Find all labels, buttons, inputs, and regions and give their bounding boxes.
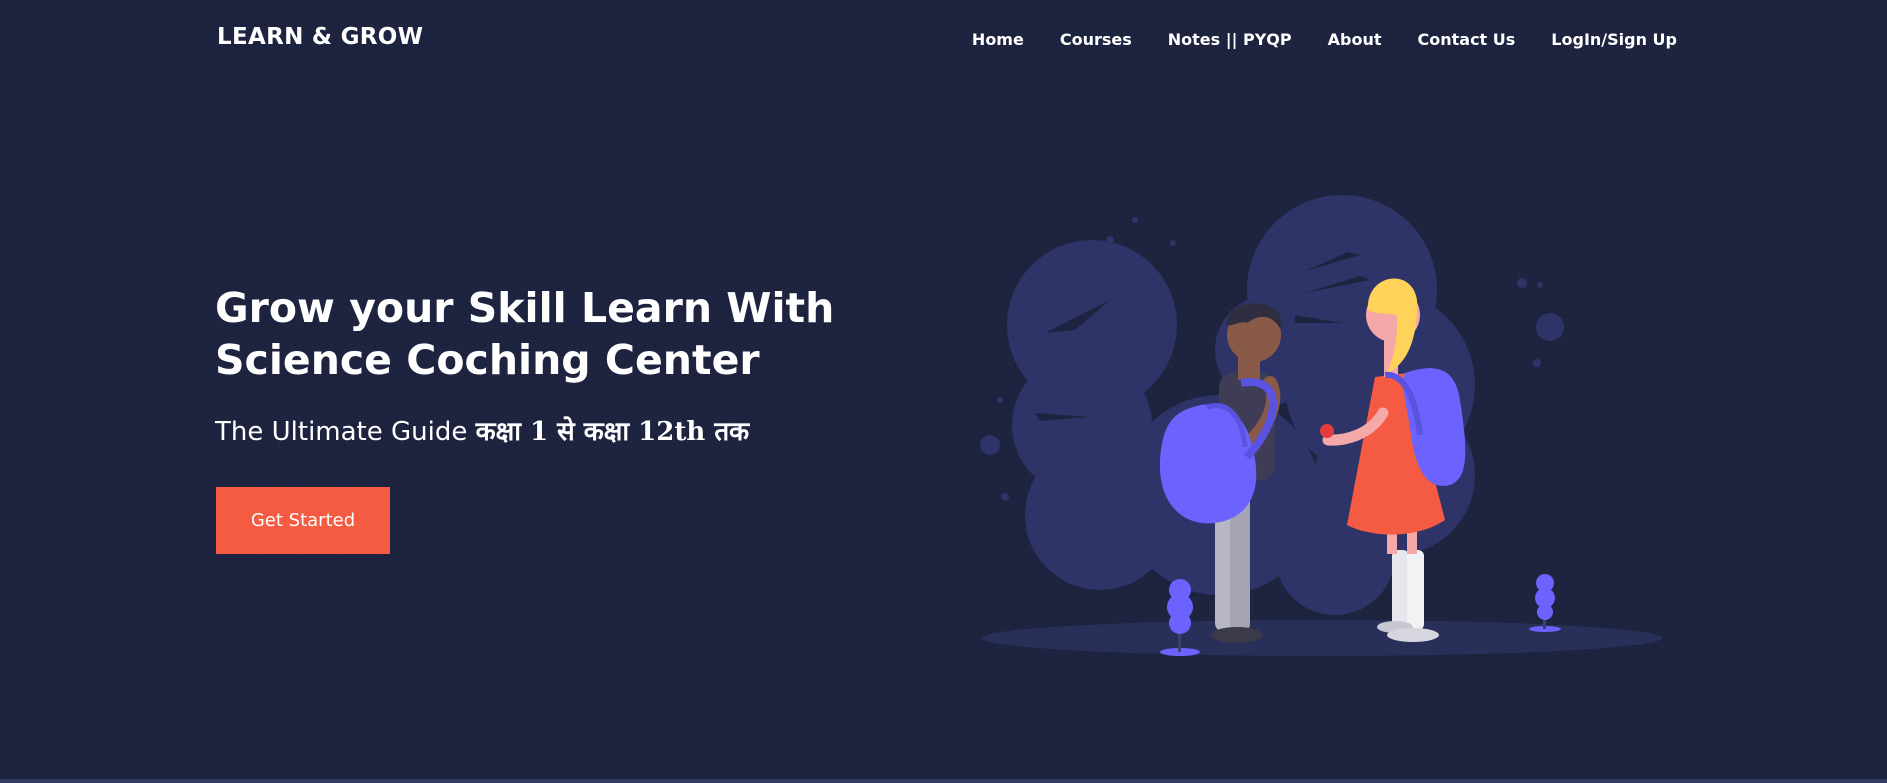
nav-link-login-signup[interactable]: LogIn/Sign Up bbox=[1551, 30, 1677, 49]
nav-menu: Home Courses Notes || PYQP About Contact… bbox=[936, 30, 1677, 49]
students-with-backpacks-illustration bbox=[980, 195, 1662, 656]
hero-title-line-2: Science Coching Center bbox=[215, 336, 760, 384]
hero-subtitle: The Ultimate Guide कक्षा 1 से कक्षा 12th… bbox=[215, 412, 895, 448]
get-started-button[interactable]: Get Started bbox=[216, 487, 390, 554]
hero-subtitle-hindi: कक्षा 1 से कक्षा 12th तक bbox=[475, 417, 750, 447]
brand-logo[interactable]: LEARN & GROW bbox=[217, 24, 423, 50]
right-shrub bbox=[1529, 574, 1561, 632]
nav-link-about[interactable]: About bbox=[1328, 30, 1382, 49]
hero-title-line-1: Grow your Skill Learn With bbox=[215, 284, 835, 332]
navbar: LEARN & GROW Home Courses Notes || PYQP … bbox=[0, 0, 1887, 80]
ground-shadow bbox=[982, 620, 1662, 656]
nav-link-home[interactable]: Home bbox=[972, 30, 1024, 49]
section-divider bbox=[0, 779, 1887, 783]
hero-subtitle-prefix: The Ultimate Guide bbox=[215, 417, 468, 447]
nav-link-notes-pyqp[interactable]: Notes || PYQP bbox=[1168, 30, 1292, 49]
nav-link-contact-us[interactable]: Contact Us bbox=[1418, 30, 1516, 49]
hero-section: Grow your Skill Learn With Science Cochi… bbox=[215, 282, 895, 448]
hero-title: Grow your Skill Learn With Science Cochi… bbox=[215, 282, 895, 386]
nav-link-courses[interactable]: Courses bbox=[1060, 30, 1132, 49]
